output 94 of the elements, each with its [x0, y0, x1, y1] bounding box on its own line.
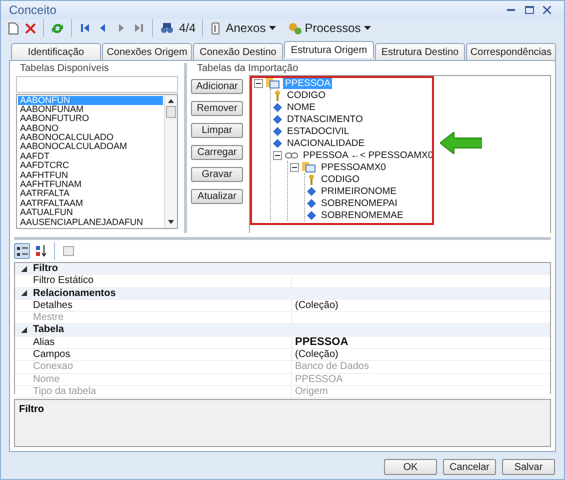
property-name: Filtro Estático — [33, 275, 292, 287]
tab[interactable]: Identificação — [11, 43, 101, 60]
list-item[interactable]: AATRFALTAAM — [18, 198, 163, 208]
tree-item[interactable]: PPESSOAMX0 — [319, 162, 388, 172]
new-button[interactable] — [7, 20, 20, 36]
key-icon — [273, 90, 282, 100]
arrow-icon — [440, 132, 482, 154]
table-icon — [266, 78, 280, 88]
action-button[interactable]: Limpar — [191, 123, 243, 138]
list-item[interactable]: AAUSENCIAPLANEJADAFUN — [18, 218, 163, 227]
list-item[interactable]: AATUALFUN — [18, 208, 163, 218]
tree-item[interactable]: PRIMEIRONOME — [319, 186, 398, 196]
scroll-up-icon[interactable] — [168, 98, 174, 103]
tree-item[interactable]: CODIGO — [285, 90, 328, 100]
filter-field[interactable] — [16, 76, 178, 93]
close-icon — [543, 6, 551, 14]
tree-item[interactable]: PPESSOA ←< PPESSOAMX0 — [301, 150, 436, 160]
caret-icon — [268, 26, 276, 30]
list-item[interactable]: AAFHTFUN — [18, 170, 163, 180]
skip-last-icon — [133, 22, 145, 34]
collapse-toggle[interactable] — [21, 327, 27, 334]
tree-item[interactable]: SOBRENOMEPAI — [319, 198, 400, 208]
window-title: Conceito — [9, 3, 58, 17]
list-item[interactable]: AATRFALTA — [18, 189, 163, 199]
key-icon — [307, 174, 316, 184]
scrollbar[interactable] — [164, 94, 177, 228]
scroll-down-icon[interactable] — [168, 220, 174, 224]
caret-icon — [364, 26, 371, 30]
collapse-toggle[interactable] — [290, 162, 299, 172]
property-name: Tipo da tabela — [33, 386, 292, 398]
scroll-thumb[interactable] — [166, 106, 176, 118]
tree-item[interactable]: SOBRENOMEMAE — [319, 210, 406, 220]
property-value[interactable]: (Coleção) — [292, 349, 338, 360]
list-item[interactable]: AAFDTCRC — [18, 161, 163, 171]
action-button[interactable]: Gravar — [191, 167, 243, 182]
collapse-toggle[interactable] — [21, 266, 27, 272]
property-value[interactable]: (Coleção) — [292, 300, 338, 312]
tab[interactable]: Estrutura Destino — [375, 43, 465, 60]
list-item[interactable]: AABONOCALCULADO — [18, 133, 163, 142]
tree-item[interactable]: CODIGO — [319, 174, 362, 184]
search-button[interactable] — [159, 21, 175, 35]
table-icon — [302, 162, 316, 172]
action-button[interactable]: Remover — [191, 101, 243, 116]
tree-item[interactable]: NOME — [285, 102, 318, 112]
property-name: Nome — [33, 374, 292, 385]
collapse-toggle[interactable] — [254, 78, 263, 88]
minimize-icon — [507, 9, 515, 11]
tab[interactable]: Conexões Origem — [102, 43, 192, 60]
gears-icon — [288, 22, 302, 34]
maximize-icon — [524, 6, 534, 14]
skip-first-icon — [79, 22, 91, 34]
property-name: Conexao — [33, 361, 292, 373]
action-button[interactable]: Adicionar — [191, 79, 243, 94]
dialog-button[interactable]: Salvar — [502, 459, 555, 475]
list-item[interactable]: AAFHTFUNAM — [18, 180, 163, 190]
tab[interactable]: Conexão Destino — [193, 43, 283, 60]
action-button[interactable]: Atualizar — [191, 189, 243, 204]
menu-button[interactable]: Anexos — [208, 20, 277, 36]
property-name: Mestre — [33, 312, 292, 324]
property-name: Detalhes — [33, 300, 292, 312]
property-value[interactable]: PPESSOA — [292, 336, 348, 348]
property-name: Campos — [33, 349, 292, 360]
tab[interactable]: Correspondências — [466, 43, 556, 60]
description-title: Filtro — [19, 404, 44, 415]
dialog-button[interactable]: Cancelar — [443, 459, 496, 475]
category-label: Filtro — [33, 263, 58, 274]
list-item[interactable]: AABONFUNAM — [18, 104, 163, 114]
category-label: Tabela — [33, 324, 64, 336]
property-name: Alias — [33, 336, 292, 348]
list-item[interactable]: AABONFUTURO — [18, 114, 163, 124]
collapse-toggle[interactable] — [273, 150, 282, 160]
minus-icon — [275, 154, 280, 156]
link-icon — [285, 152, 298, 158]
dialog-button[interactable]: OK — [384, 459, 437, 475]
categorized-button[interactable] — [14, 243, 30, 259]
tree-item[interactable]: ESTADOCIVIL — [285, 126, 352, 136]
minus-icon — [292, 166, 297, 168]
group-title: Tabelas da Importação — [196, 63, 300, 75]
menu-button[interactable]: Processos — [286, 20, 372, 36]
record-counter: 4/4 — [179, 21, 196, 35]
sort-alphabetical-button[interactable] — [33, 243, 49, 259]
list-item[interactable]: AABONO — [18, 124, 163, 134]
collapse-toggle[interactable] — [21, 290, 27, 296]
tab[interactable]: Estrutura Origem — [284, 41, 374, 58]
navigation-button[interactable] — [78, 21, 92, 35]
list-item[interactable]: AAFDT — [18, 152, 163, 162]
group-title: Tabelas Disponíveis — [19, 63, 110, 74]
tree-item[interactable]: NACIONALIDADE — [285, 138, 367, 148]
delete-button[interactable] — [24, 22, 37, 34]
category-label: Relacionamentos — [33, 288, 116, 299]
list-item[interactable]: AABONOCALCULADOAM — [18, 142, 163, 152]
tree-item[interactable]: DTNASCIMENTO — [285, 114, 365, 124]
minus-icon — [256, 82, 261, 84]
action-button[interactable]: Carregar — [191, 145, 243, 160]
